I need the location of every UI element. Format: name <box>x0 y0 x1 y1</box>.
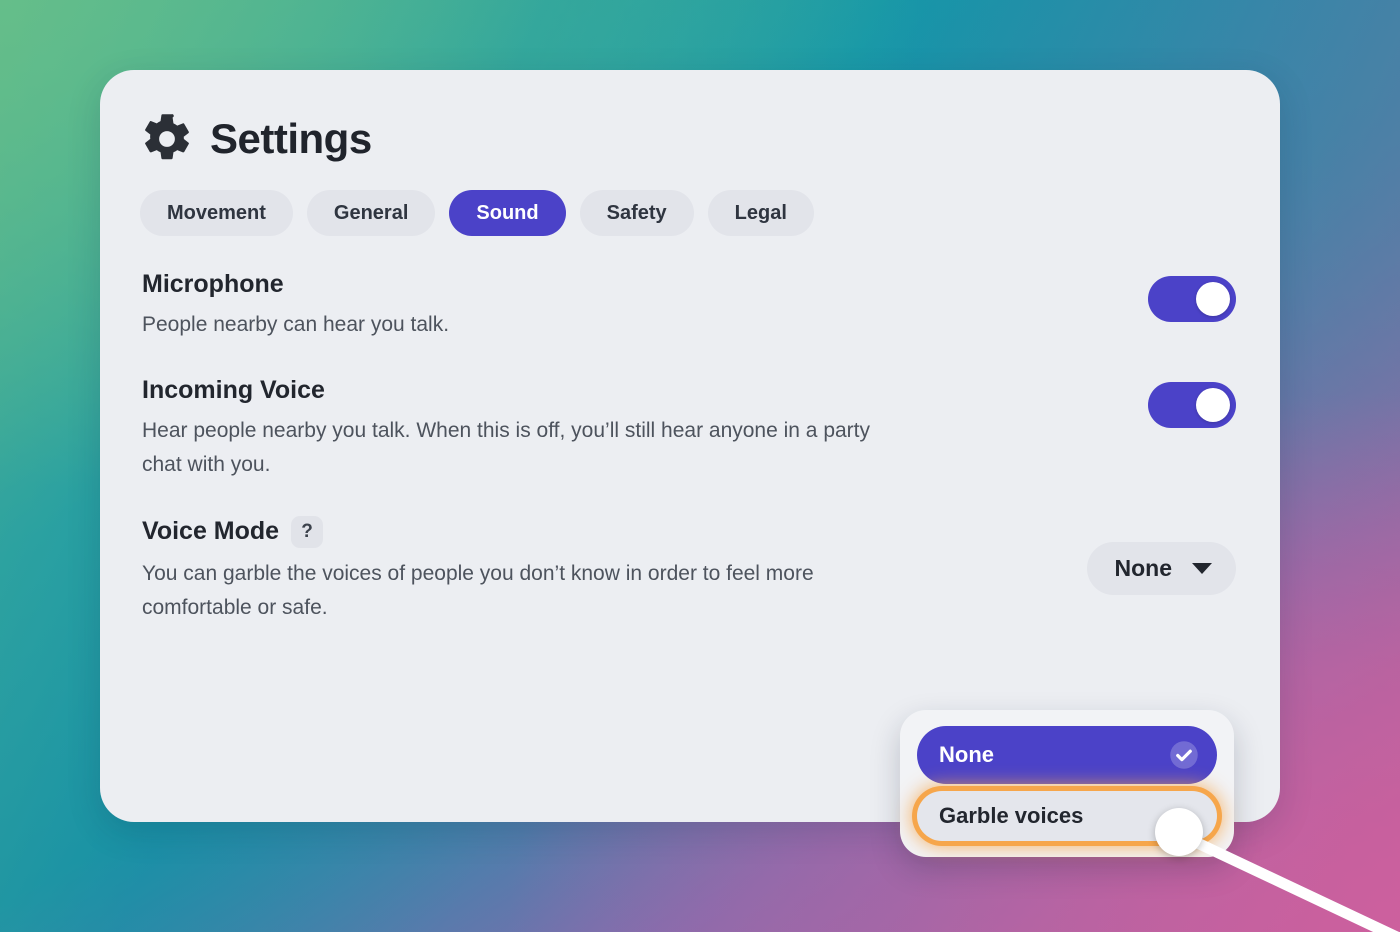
setting-title-incoming-voice: Incoming Voice <box>142 376 902 405</box>
setting-description-microphone: People nearby can hear you talk. <box>142 312 450 336</box>
tab-sound[interactable]: Sound <box>449 190 566 236</box>
chevron-down-icon <box>1192 562 1212 574</box>
gear-icon <box>140 112 194 166</box>
panel-header: Settings <box>100 70 1280 166</box>
setting-title-microphone: Microphone <box>142 270 449 299</box>
toggle-incoming-voice[interactable] <box>1148 381 1236 428</box>
voice-mode-select[interactable]: None <box>1086 541 1236 595</box>
tab-legal[interactable]: Legal <box>707 190 814 236</box>
settings-tabs: Movement General Sound Safety Legal <box>100 166 1280 236</box>
dropdown-option-garble-voices[interactable]: Garble voices <box>917 791 1217 841</box>
voice-mode-select-value: None <box>1114 554 1173 581</box>
setting-text-incoming-voice: Incoming Voice Hear people nearby you ta… <box>142 376 902 482</box>
help-question-icon[interactable]: ? <box>291 515 324 548</box>
toggle-knob <box>1196 387 1230 422</box>
setting-row-incoming-voice: Incoming Voice Hear people nearby you ta… <box>142 376 1236 482</box>
settings-list: Microphone People nearby can hear you ta… <box>100 236 1280 625</box>
setting-title-voice-mode: Voice Mode ? <box>142 515 902 548</box>
setting-text-microphone: Microphone People nearby can hear you ta… <box>142 270 449 342</box>
dropdown-option-none[interactable]: None <box>917 726 1217 784</box>
tab-general[interactable]: General <box>306 190 436 236</box>
check-circle-icon <box>1169 740 1199 770</box>
setting-row-voice-mode: Voice Mode ? You can garble the voices o… <box>142 515 1236 625</box>
dropdown-option-label: Garble voices <box>939 803 1084 828</box>
tab-safety[interactable]: Safety <box>579 190 694 236</box>
page-title: Settings <box>210 115 372 162</box>
setting-description-incoming-voice: Hear people nearby you talk. When this i… <box>142 418 871 476</box>
setting-title-label: Voice Mode <box>142 517 280 546</box>
tab-movement[interactable]: Movement <box>140 190 293 236</box>
toggle-microphone[interactable] <box>1148 276 1236 322</box>
dropdown-option-label: None <box>939 742 994 767</box>
voice-mode-dropdown-menu: None Garble voices <box>900 710 1234 857</box>
setting-text-voice-mode: Voice Mode ? You can garble the voices o… <box>142 515 902 625</box>
setting-title-label: Incoming Voice <box>142 375 325 404</box>
toggle-knob <box>1196 282 1230 316</box>
setting-title-label: Microphone <box>142 270 284 298</box>
setting-row-microphone: Microphone People nearby can hear you ta… <box>142 270 1236 342</box>
setting-description-voice-mode: You can garble the voices of people you … <box>142 561 814 619</box>
